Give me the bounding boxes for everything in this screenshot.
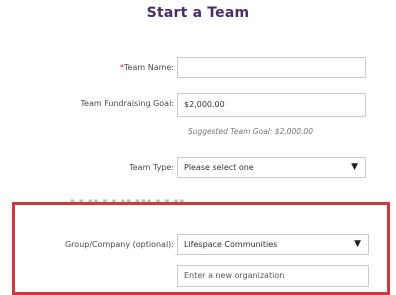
group-company-selected: Lifespace Communities bbox=[184, 240, 278, 249]
new-organization-placeholder: Enter a new organization bbox=[184, 271, 285, 280]
caret-down-icon: ▼ bbox=[351, 162, 358, 172]
team-goal-value: $2,000.00 bbox=[184, 100, 225, 109]
team-type-selected: Please select one bbox=[184, 163, 254, 172]
team-name-label: *Team Name: bbox=[120, 63, 174, 72]
team-goal-label: Team Fundraising Goal: bbox=[80, 99, 174, 108]
team-goal-input[interactable]: $2,000.00 bbox=[177, 93, 366, 117]
group-company-select[interactable]: Lifespace Communities ▼ bbox=[177, 234, 369, 255]
team-name-input[interactable] bbox=[177, 57, 366, 78]
caret-down-icon: ▼ bbox=[354, 239, 361, 249]
suggested-goal-hint: Suggested Team Goal: $2,000.00 bbox=[188, 127, 313, 136]
team-name-label-text: Team Name: bbox=[124, 63, 174, 72]
team-type-label: Team Type: bbox=[129, 163, 174, 172]
new-organization-input[interactable]: Enter a new organization bbox=[177, 265, 369, 287]
page-title: Start a Team bbox=[146, 5, 250, 21]
team-type-select[interactable]: Please select one ▼ bbox=[177, 157, 366, 178]
group-company-label: Group/Company (optional): bbox=[64, 240, 174, 249]
